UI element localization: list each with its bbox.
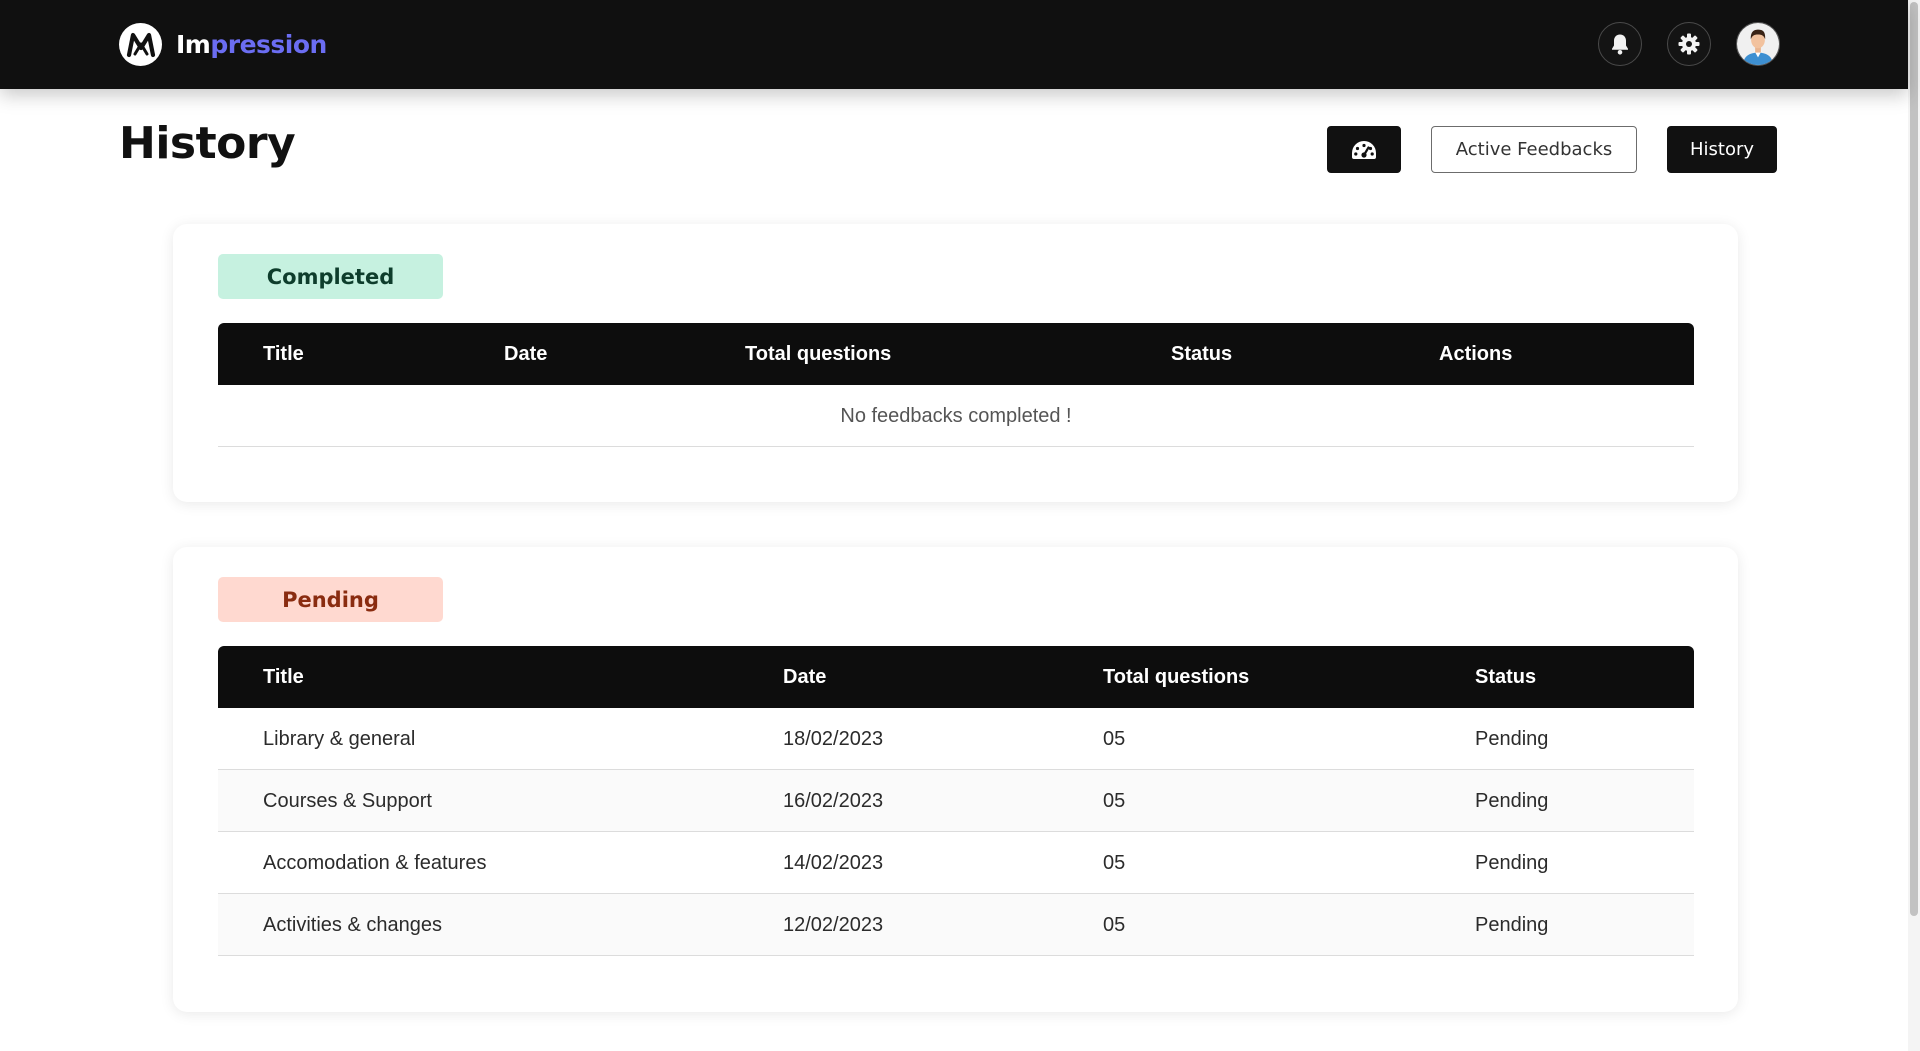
user-avatar[interactable] bbox=[1736, 22, 1780, 66]
row-title: Accomodation & features bbox=[263, 852, 487, 874]
column-header-title: Title bbox=[263, 666, 304, 688]
brand-name-part1: Im bbox=[176, 30, 211, 59]
table-row[interactable]: Activities & changes 12/02/2023 05 Pendi… bbox=[218, 894, 1694, 956]
row-status: Pending bbox=[1475, 790, 1549, 812]
column-header-date: Date bbox=[783, 666, 827, 688]
row-status: Pending bbox=[1475, 728, 1549, 750]
column-header-total-questions: Total questions bbox=[1103, 666, 1250, 688]
pending-card: Pending Title Date Total questions Statu… bbox=[173, 547, 1738, 1012]
row-total-questions: 05 bbox=[1103, 852, 1126, 874]
column-header-status: Status bbox=[1171, 343, 1233, 365]
row-title: Activities & changes bbox=[263, 914, 442, 936]
column-header-actions: Actions bbox=[1439, 343, 1513, 365]
table-row[interactable]: Library & general 18/02/2023 05 Pending bbox=[218, 708, 1694, 770]
brand-name: Impression bbox=[176, 32, 327, 57]
history-button[interactable]: History bbox=[1667, 126, 1777, 173]
table-row[interactable]: Accomodation & features 14/02/2023 05 Pe… bbox=[218, 832, 1694, 894]
row-status: Pending bbox=[1475, 852, 1549, 874]
page-title: History bbox=[119, 118, 296, 169]
completed-card: Completed Title Date Total questions Sta… bbox=[173, 224, 1738, 502]
active-feedbacks-button[interactable]: Active Feedbacks bbox=[1431, 126, 1637, 173]
empty-message: No feedbacks completed ! bbox=[840, 405, 1072, 427]
completed-table-header: Title Date Total questions Status Action… bbox=[218, 323, 1694, 385]
bell-icon bbox=[1612, 34, 1628, 55]
brand[interactable]: Impression bbox=[119, 23, 327, 66]
row-total-questions: 05 bbox=[1103, 914, 1126, 936]
column-header-status: Status bbox=[1475, 666, 1537, 688]
top-navbar: Impression bbox=[0, 0, 1908, 89]
row-date: 16/02/2023 bbox=[783, 790, 884, 812]
gear-icon bbox=[1678, 33, 1700, 55]
dashboard-button[interactable] bbox=[1327, 126, 1401, 173]
row-date: 14/02/2023 bbox=[783, 852, 884, 874]
row-total-questions: 05 bbox=[1103, 728, 1126, 750]
table-row[interactable]: Courses & Support 16/02/2023 05 Pending bbox=[218, 770, 1694, 832]
column-header-total-questions: Total questions bbox=[745, 343, 892, 365]
pending-badge: Pending bbox=[218, 577, 443, 622]
scrollbar-thumb[interactable] bbox=[1910, 2, 1918, 916]
row-total-questions: 05 bbox=[1103, 790, 1126, 812]
column-header-date: Date bbox=[504, 343, 548, 365]
row-date: 18/02/2023 bbox=[783, 728, 884, 750]
completed-badge: Completed bbox=[218, 254, 443, 299]
empty-table-row: No feedbacks completed ! bbox=[218, 385, 1694, 447]
pending-table-header: Title Date Total questions Status bbox=[218, 646, 1694, 708]
row-status: Pending bbox=[1475, 914, 1549, 936]
row-title: Library & general bbox=[263, 728, 416, 750]
row-date: 12/02/2023 bbox=[783, 914, 884, 936]
brand-logo-icon bbox=[119, 23, 162, 66]
settings-button[interactable] bbox=[1667, 22, 1711, 66]
avatar-image bbox=[1737, 23, 1779, 65]
brand-name-part2: pression bbox=[210, 30, 327, 59]
speedometer-icon bbox=[1352, 140, 1376, 159]
notifications-button[interactable] bbox=[1598, 22, 1642, 66]
column-header-title: Title bbox=[263, 343, 304, 365]
row-title: Courses & Support bbox=[263, 790, 432, 812]
